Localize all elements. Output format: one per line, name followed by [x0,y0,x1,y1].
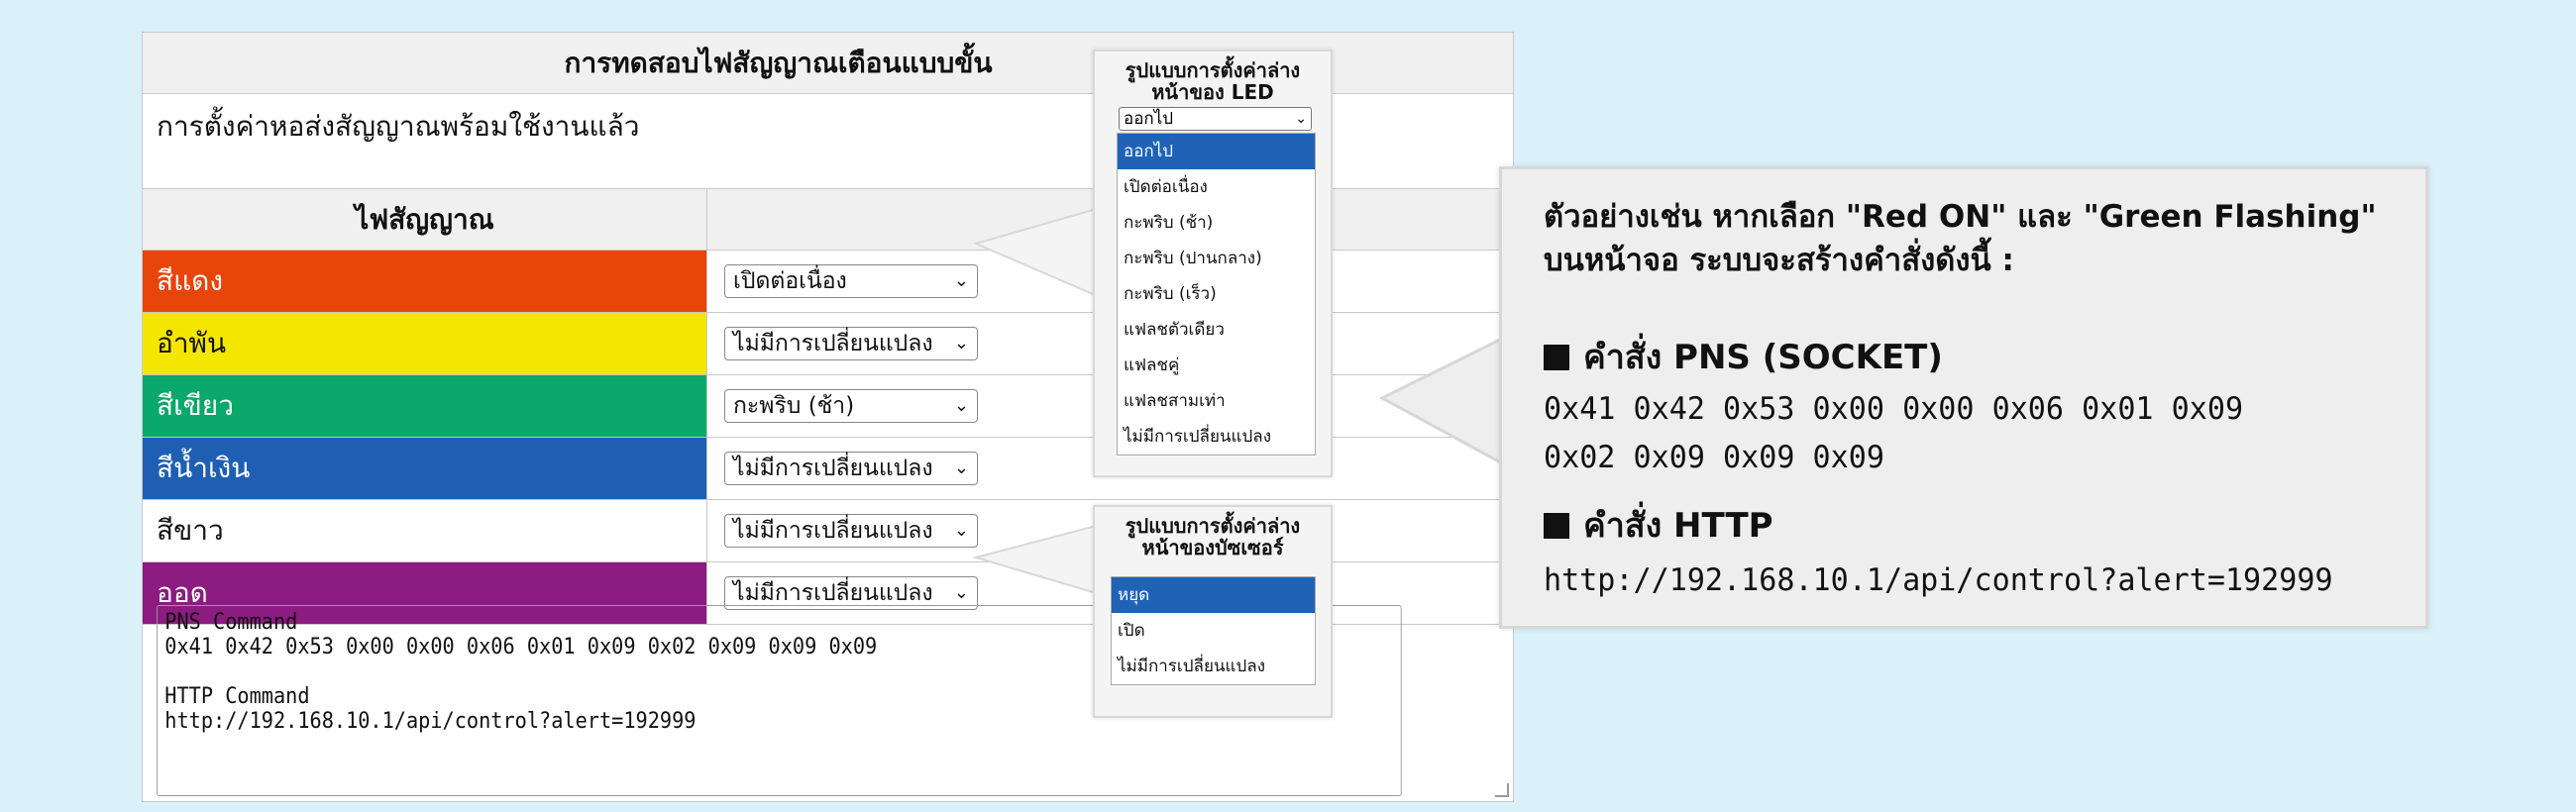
callout-intro-red-on: "Red ON" [1845,199,2007,235]
buzzer-option[interactable]: ไม่มีการเปลี่ยนแปลง [1112,649,1315,684]
http-command-code: http://192.168.10.1/api/control?alert=19… [1544,562,2333,598]
led-option[interactable]: กะพริบ (ปานกลาง) [1118,241,1315,276]
callout-intro-text: ตัวอย่างเช่น หากเลือก [1544,199,1846,235]
pns-code-line1: 0x41 0x42 0x53 0x00 0x00 0x06 0x01 0x09 [1544,391,2244,427]
callout-intro: ตัวอย่างเช่น หากเลือก "Red ON" และ "Gree… [1544,195,2415,282]
pns-command-code: 0x41 0x42 0x53 0x00 0x00 0x06 0x01 0x09 … [1544,385,2390,482]
led-option[interactable]: ออกไป [1118,134,1315,169]
callout-intro-and: และ [2006,199,2084,235]
callout-intro-green-flashing: "Green Flashing" [2083,199,2377,235]
led-option[interactable]: กะพริบ (เร็ว) [1118,276,1315,312]
led-option[interactable]: แฟลชคู่ [1118,348,1315,383]
buzzer-popup-title-line2: หน้าของบัซเซอร์ [1141,536,1284,559]
led-option[interactable]: ไม่มีการเปลี่ยนแปลง [1118,419,1315,455]
square-bullet-icon [1544,345,1569,370]
pns-heading: คำสั่ง PNS (SOCKET) [1544,338,1943,377]
buzzer-popup-title-line1: รูปแบบการตั้งค่าล่าง [1125,514,1301,538]
buzzer-option-list: หยุด เปิด ไม่มีการเปลี่ยนแปลง [1111,576,1316,685]
led-option[interactable]: แฟลชตัวเดียว [1118,312,1315,348]
led-pattern-select[interactable]: ออกไป ⌄ [1119,107,1312,131]
http-heading-text: คำสั่ง HTTP [1583,506,1773,546]
buzzer-pattern-popup: รูปแบบการตั้งค่าล่าง หน้าของบัซเซอร์ หยุ… [1093,505,1333,718]
buzzer-option[interactable]: เปิด [1112,613,1315,649]
square-bullet-icon [1544,513,1569,539]
led-option[interactable]: เปิดต่อเนื่อง [1118,169,1315,205]
led-connector-arrow [973,206,1101,299]
led-popup-title-line1: รูปแบบการตั้งค่าล่าง [1125,58,1301,82]
led-option[interactable]: กะพริบ (ช้า) [1118,205,1315,241]
led-option[interactable]: แฟลชสามเท่า [1118,383,1315,419]
callout-intro-tail: บนหน้าจอ ระบบจะสร้างคำสั่งดังนี้ : [1544,243,2014,278]
led-pattern-popup: รูปแบบการตั้งค่าล่าง หน้าของ LED ออกไป ⌄ … [1093,50,1333,477]
pns-code-line2: 0x02 0x09 0x09 0x09 [1544,440,1884,475]
chevron-down-icon: ⌄ [1295,111,1307,127]
callout-connector-arrow [1378,334,1508,468]
example-callout: ตัวอย่างเช่น หากเลือก "Red ON" และ "Gree… [1499,166,2428,629]
led-select-value: ออกไป [1124,109,1174,129]
buzzer-connector-arrow [972,523,1101,596]
led-popup-title-line2: หน้าของ LED [1151,80,1274,104]
led-option-list: ออกไป เปิดต่อเนื่อง กะพริบ (ช้า) กะพริบ … [1117,133,1316,456]
led-popup-title: รูปแบบการตั้งค่าล่าง หน้าของ LED [1095,59,1331,103]
http-heading: คำสั่ง HTTP [1544,506,1773,546]
pns-heading-text: คำสั่ง PNS (SOCKET) [1583,338,1943,377]
buzzer-option[interactable]: หยุด [1112,577,1315,613]
buzzer-popup-title: รูปแบบการตั้งค่าล่าง หน้าของบัซเซอร์ [1095,515,1331,558]
